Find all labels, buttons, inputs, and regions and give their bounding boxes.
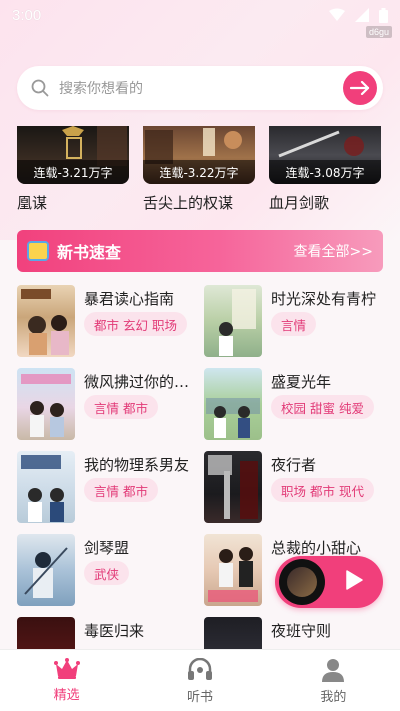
book-cover[interactable] — [17, 285, 75, 357]
book-tags: 都市 玄幻 职场 — [84, 312, 187, 336]
signal-icon — [355, 8, 369, 22]
book-item[interactable]: 我的物理系男友 言情 都市 — [17, 451, 197, 525]
floating-audio-player[interactable] — [275, 556, 383, 608]
player-cover[interactable] — [279, 559, 325, 605]
play-button[interactable] — [345, 570, 363, 594]
book-tags: 言情 都市 — [84, 478, 158, 502]
nav-tab-listen[interactable]: 听书 — [133, 650, 266, 711]
featured-books-row: 连载-3.21万字 凰谋 连载-3.22万字 舌尖上的权谋 连载-3.08万字 … — [0, 126, 400, 216]
search-bar[interactable]: 搜索你想看的 — [17, 66, 383, 110]
book-title[interactable]: 夜班守则 — [271, 620, 389, 641]
featured-book-card[interactable]: 连载-3.08万字 血月剑歌 — [269, 126, 381, 213]
new-books-banner[interactable]: 新书速查 查看全部>> — [17, 230, 383, 272]
search-icon — [31, 79, 49, 97]
book-title[interactable]: 我的物理系男友 — [84, 454, 202, 475]
user-icon — [322, 659, 345, 682]
wifi-icon — [329, 8, 345, 21]
headphones-icon — [187, 658, 212, 680]
book-cover[interactable] — [17, 368, 75, 440]
disc-art — [287, 567, 317, 597]
nav-tab-profile[interactable]: 我的 — [267, 650, 400, 711]
book-cover[interactable]: 连载-3.08万字 — [269, 126, 381, 184]
watermark: d6gu — [365, 26, 392, 38]
nav-label: 精选 — [53, 688, 80, 703]
book-tags: 言情 都市 — [84, 395, 158, 419]
book-title[interactable]: 微风拂过你的… — [84, 371, 202, 392]
book-item[interactable]: 剑琴盟 武侠 — [17, 534, 197, 608]
book-item[interactable]: 时光深处有青柠 言情 — [204, 285, 384, 359]
book-tags: 言情 — [271, 312, 317, 336]
book-cover[interactable] — [204, 451, 262, 523]
featured-book-card[interactable]: 连载-3.21万字 凰谋 — [17, 126, 129, 213]
book-cover[interactable] — [17, 534, 75, 606]
status-time: 3:00 — [12, 6, 42, 24]
book-status-tag: 连载-3.08万字 — [269, 160, 381, 184]
crown-icon — [53, 658, 80, 679]
book-title[interactable]: 夜行者 — [271, 454, 389, 475]
book-title[interactable]: 时光深处有青柠 — [271, 288, 389, 309]
book-cover[interactable] — [17, 451, 75, 523]
book-title[interactable]: 剑琴盟 — [84, 537, 202, 558]
book-title[interactable]: 总裁的小甜心 — [271, 537, 389, 558]
view-all-link[interactable]: 查看全部>> — [294, 241, 373, 261]
book-title[interactable]: 舌尖上的权谋 — [143, 192, 255, 213]
nav-tab-featured[interactable]: 精选 — [0, 650, 133, 711]
status-icons — [329, 7, 388, 23]
battery-icon — [379, 7, 388, 23]
book-icon — [27, 241, 49, 261]
play-icon — [346, 570, 363, 590]
book-tags: 校园 甜蜜 纯爱 — [271, 395, 374, 419]
book-cover[interactable]: 连载-3.22万字 — [143, 126, 255, 184]
book-title[interactable]: 毒医归来 — [84, 620, 202, 641]
book-title[interactable]: 凰谋 — [17, 192, 129, 213]
search-submit-button[interactable] — [343, 71, 377, 105]
book-cover[interactable] — [204, 534, 262, 606]
arrow-right-icon — [350, 81, 370, 95]
book-status-tag: 连载-3.22万字 — [143, 160, 255, 184]
book-tags: 武侠 — [84, 561, 130, 585]
book-item[interactable]: 夜行者 职场 都市 现代 — [204, 451, 384, 525]
search-placeholder[interactable]: 搜索你想看的 — [59, 78, 343, 98]
banner-title: 新书速查 — [57, 243, 122, 262]
bottom-nav: 精选 听书 我的 — [0, 649, 400, 711]
book-cover[interactable] — [204, 368, 262, 440]
featured-book-card[interactable]: 连载-3.22万字 舌尖上的权谋 — [143, 126, 255, 213]
book-title[interactable]: 盛夏光年 — [271, 371, 389, 392]
book-item[interactable]: 暴君读心指南 都市 玄幻 职场 — [17, 285, 197, 359]
book-cover[interactable]: 连载-3.21万字 — [17, 126, 129, 184]
book-title[interactable]: 暴君读心指南 — [84, 288, 202, 309]
status-bar: 3:00 — [0, 0, 400, 30]
nav-label: 我的 — [320, 690, 347, 705]
book-item[interactable]: 盛夏光年 校园 甜蜜 纯爱 — [204, 368, 384, 442]
book-tags: 职场 都市 现代 — [271, 478, 374, 502]
book-cover[interactable] — [204, 285, 262, 357]
book-title[interactable]: 血月剑歌 — [269, 192, 381, 213]
nav-label: 听书 — [186, 690, 213, 705]
book-item[interactable]: 微风拂过你的… 言情 都市 — [17, 368, 197, 442]
book-status-tag: 连载-3.21万字 — [17, 160, 129, 184]
